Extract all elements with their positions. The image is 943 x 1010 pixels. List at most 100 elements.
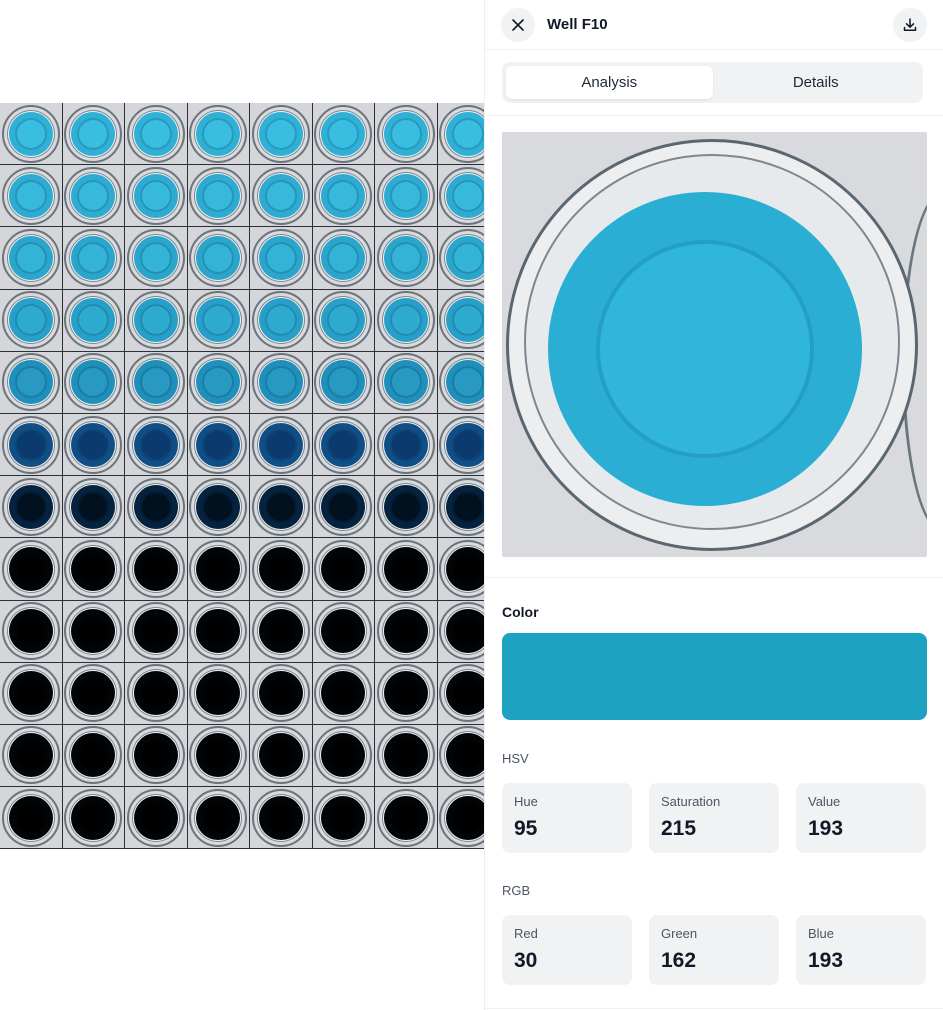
plate-well[interactable] bbox=[437, 600, 484, 663]
plate-well[interactable] bbox=[62, 600, 125, 663]
plate-well[interactable] bbox=[125, 351, 188, 414]
plate-well[interactable] bbox=[437, 103, 484, 166]
plate-well[interactable] bbox=[375, 413, 438, 477]
plate-well[interactable] bbox=[312, 227, 375, 290]
plate-well[interactable] bbox=[0, 600, 63, 663]
plate-well[interactable] bbox=[62, 165, 125, 228]
plate-well[interactable] bbox=[125, 227, 188, 290]
plate-well[interactable] bbox=[375, 662, 438, 725]
plate-well[interactable] bbox=[312, 662, 375, 725]
well-plate-image[interactable] bbox=[0, 103, 484, 849]
download-button[interactable] bbox=[893, 8, 927, 42]
plate-well[interactable] bbox=[0, 413, 63, 477]
tab-details[interactable]: Details bbox=[713, 66, 920, 99]
plate-well[interactable] bbox=[187, 103, 250, 166]
plate-well[interactable] bbox=[375, 351, 438, 414]
plate-well[interactable] bbox=[437, 227, 484, 290]
plate-well[interactable] bbox=[250, 289, 313, 352]
plate-well[interactable] bbox=[375, 289, 438, 352]
plate-well[interactable] bbox=[250, 538, 313, 601]
plate-well[interactable] bbox=[437, 787, 484, 849]
close-button[interactable] bbox=[501, 8, 535, 42]
plate-well[interactable] bbox=[250, 787, 313, 849]
plate-well[interactable] bbox=[437, 289, 484, 352]
plate-well[interactable] bbox=[250, 413, 313, 477]
plate-well[interactable] bbox=[125, 476, 188, 539]
plate-well[interactable] bbox=[375, 476, 438, 539]
plate-well[interactable] bbox=[437, 662, 484, 725]
plate-well[interactable] bbox=[375, 227, 438, 290]
plate-well[interactable] bbox=[187, 538, 250, 601]
plate-well[interactable] bbox=[0, 538, 63, 601]
plate-well[interactable] bbox=[375, 538, 438, 601]
plate-well[interactable] bbox=[125, 724, 188, 788]
plate-well[interactable] bbox=[0, 103, 63, 166]
plate-well[interactable] bbox=[62, 413, 125, 477]
plate-well[interactable] bbox=[312, 476, 375, 539]
plate-well[interactable] bbox=[312, 538, 375, 601]
plate-well[interactable] bbox=[0, 662, 63, 725]
plate-well[interactable] bbox=[62, 289, 125, 352]
plate-well[interactable] bbox=[437, 724, 484, 788]
plate-well[interactable] bbox=[312, 165, 375, 228]
plate-well[interactable] bbox=[0, 476, 63, 539]
plate-well[interactable] bbox=[312, 724, 375, 788]
plate-well[interactable] bbox=[125, 538, 188, 601]
plate-well[interactable] bbox=[312, 351, 375, 414]
plate-well[interactable] bbox=[0, 787, 63, 849]
plate-well[interactable] bbox=[125, 165, 188, 228]
plate-well[interactable] bbox=[187, 351, 250, 414]
plate-well[interactable] bbox=[437, 165, 484, 228]
plate-well[interactable] bbox=[62, 787, 125, 849]
plate-well[interactable] bbox=[62, 538, 125, 601]
plate-well[interactable] bbox=[250, 351, 313, 414]
plate-well[interactable] bbox=[187, 787, 250, 849]
plate-well[interactable] bbox=[187, 413, 250, 477]
plate-well[interactable] bbox=[375, 724, 438, 788]
plate-well[interactable] bbox=[0, 289, 63, 352]
plate-well[interactable] bbox=[250, 103, 313, 166]
plate-well[interactable] bbox=[125, 289, 188, 352]
plate-well[interactable] bbox=[0, 351, 63, 414]
plate-well[interactable] bbox=[312, 787, 375, 849]
plate-well[interactable] bbox=[250, 662, 313, 725]
plate-well[interactable] bbox=[250, 476, 313, 539]
plate-well[interactable] bbox=[0, 165, 63, 228]
plate-well[interactable] bbox=[312, 289, 375, 352]
plate-well[interactable] bbox=[187, 476, 250, 539]
plate-well[interactable] bbox=[62, 227, 125, 290]
plate-well[interactable] bbox=[62, 662, 125, 725]
plate-well[interactable] bbox=[187, 600, 250, 663]
tab-analysis[interactable]: Analysis bbox=[506, 66, 713, 99]
plate-well[interactable] bbox=[375, 787, 438, 849]
plate-well[interactable] bbox=[250, 724, 313, 788]
plate-well[interactable] bbox=[125, 413, 188, 477]
plate-well[interactable] bbox=[312, 600, 375, 663]
plate-well[interactable] bbox=[187, 724, 250, 788]
plate-well[interactable] bbox=[62, 351, 125, 414]
plate-well[interactable] bbox=[375, 165, 438, 228]
plate-well[interactable] bbox=[187, 662, 250, 725]
plate-well[interactable] bbox=[0, 724, 63, 788]
plate-well[interactable] bbox=[62, 103, 125, 166]
plate-well[interactable] bbox=[250, 227, 313, 290]
plate-well[interactable] bbox=[125, 662, 188, 725]
plate-well[interactable] bbox=[187, 165, 250, 228]
plate-well[interactable] bbox=[375, 103, 438, 166]
plate-well[interactable] bbox=[125, 600, 188, 663]
plate-well[interactable] bbox=[62, 476, 125, 539]
plate-well[interactable] bbox=[250, 165, 313, 228]
plate-well[interactable] bbox=[125, 103, 188, 166]
plate-well[interactable] bbox=[125, 787, 188, 849]
plate-well[interactable] bbox=[187, 227, 250, 290]
plate-well[interactable] bbox=[437, 351, 484, 414]
plate-well[interactable] bbox=[437, 476, 484, 539]
plate-well[interactable] bbox=[312, 103, 375, 166]
plate-well[interactable] bbox=[375, 600, 438, 663]
plate-well[interactable] bbox=[437, 538, 484, 601]
plate-well[interactable] bbox=[62, 724, 125, 788]
plate-well[interactable] bbox=[437, 413, 484, 477]
plate-well[interactable] bbox=[0, 227, 63, 290]
plate-well[interactable] bbox=[187, 289, 250, 352]
plate-well[interactable] bbox=[312, 413, 375, 477]
